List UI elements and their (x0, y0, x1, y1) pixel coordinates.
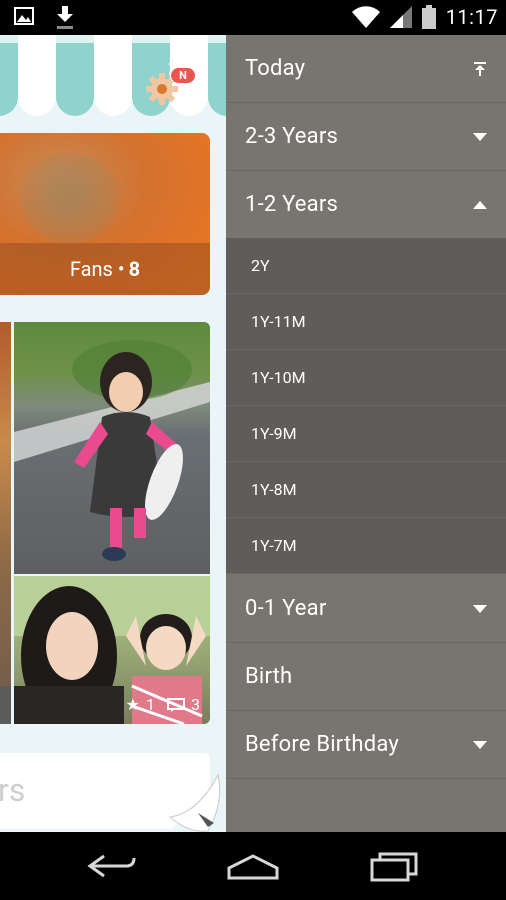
chevron-down-icon (473, 604, 487, 613)
signal-icon (389, 6, 412, 28)
drawer-subitem-1y-9m[interactable]: 1Y-9M (226, 406, 506, 462)
clock: 11:17 (445, 5, 498, 29)
drawer-item-label: 2-3 Years (245, 124, 339, 149)
navigation-drawer: Today 2-3 Years 1-2 Years 2Y 1Y-11M 1Y-1… (226, 35, 506, 832)
drawer-subitem-label: 1Y-7M (251, 536, 297, 555)
comment-icon (167, 697, 185, 712)
system-nav-bar (0, 832, 506, 900)
drawer-item-label: 1-2 Years (245, 192, 339, 217)
drawer-item-label: 0-1 Year (245, 596, 327, 621)
recents-button[interactable] (364, 848, 424, 884)
gallery-icon (14, 7, 34, 25)
drawer-subitem-2y[interactable]: 2Y (226, 238, 506, 294)
drawer-subitem-label: 1Y-10M (251, 368, 306, 387)
drawer-subitem-label: 2Y (251, 256, 270, 275)
back-button[interactable] (82, 848, 142, 884)
page-curl-icon[interactable] (168, 773, 226, 832)
home-button[interactable] (223, 848, 283, 884)
fans-label: Fans • (69, 257, 125, 281)
photo-stats: ★ 1 3 (126, 695, 200, 714)
app-content-panel: Fans • 8 N ★ 1 3 rs (0, 35, 226, 832)
drawer-subitem-1y-8m[interactable]: 1Y-8M (226, 462, 506, 518)
drawer-subitem-label: 1Y-8M (251, 480, 297, 499)
chevron-up-icon (473, 200, 487, 209)
drawer-subitem-1y-10m[interactable]: 1Y-10M (226, 350, 506, 406)
photo-thumbnail-partial[interactable] (0, 322, 11, 724)
drawer-item-before-birthday[interactable]: Before Birthday (226, 711, 506, 779)
comment-count: 3 (191, 695, 200, 714)
notification-badge: N (170, 67, 196, 84)
drawer-subitem-label: 1Y-11M (251, 312, 306, 331)
download-icon (57, 6, 73, 29)
search-placeholder-text: rs (0, 771, 26, 809)
star-count: 1 (146, 695, 155, 714)
star-icon: ★ (125, 695, 140, 714)
fans-count: 8 (128, 257, 141, 281)
drawer-subitem-label: 1Y-9M (251, 424, 297, 443)
drawer-item-1-2-years[interactable]: 1-2 Years (226, 171, 506, 239)
wifi-icon (351, 6, 380, 28)
drawer-item-label: Today (245, 56, 306, 81)
fans-bar[interactable]: Fans • 8 (0, 243, 210, 295)
drawer-item-label: Birth (245, 664, 293, 689)
photo-child-walking[interactable] (14, 322, 210, 574)
cover-photo[interactable]: Fans • 8 (0, 133, 210, 295)
drawer-item-today[interactable]: Today (226, 35, 506, 103)
drawer-item-2-3-years[interactable]: 2-3 Years (226, 103, 506, 171)
chevron-down-icon (473, 740, 487, 749)
drawer-item-0-1-year[interactable]: 0-1 Year (226, 575, 506, 643)
battery-icon (421, 5, 436, 29)
chevron-down-icon (473, 132, 487, 141)
drawer-subitem-1y-7m[interactable]: 1Y-7M (226, 518, 506, 574)
drawer-item-label: Before Birthday (245, 732, 399, 757)
photo-mother-and-child[interactable]: ★ 1 3 (14, 576, 210, 724)
drawer-subitem-1y-11m[interactable]: 1Y-11M (226, 294, 506, 350)
drawer-item-birth[interactable]: Birth (226, 643, 506, 711)
status-bar: 11:17 (0, 0, 506, 35)
scroll-to-top-icon (474, 61, 486, 76)
